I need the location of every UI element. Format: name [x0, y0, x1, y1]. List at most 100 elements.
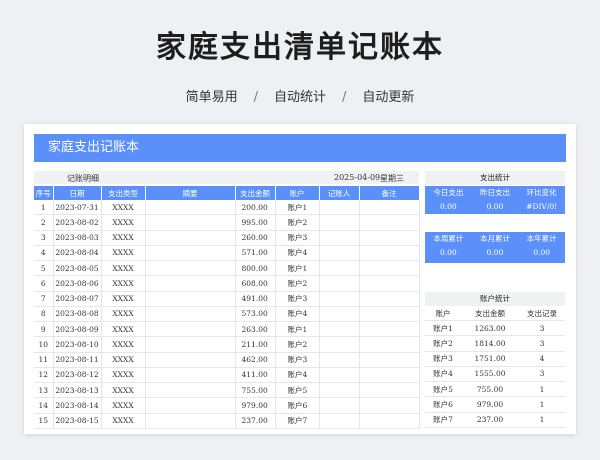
col-header-date[interactable]: 日期	[53, 186, 102, 200]
cell-note[interactable]	[359, 275, 420, 292]
cell-account[interactable]: 账户3	[275, 230, 320, 246]
cell-summary[interactable]	[145, 367, 236, 384]
cell-who[interactable]	[319, 260, 360, 277]
cell-summary[interactable]	[145, 275, 236, 292]
cell-type[interactable]: XXXX	[101, 367, 146, 384]
cell-date[interactable]: 2023-08-14	[53, 397, 102, 414]
cell-amount[interactable]: 462.00	[235, 352, 276, 368]
account-cell-count[interactable]: 3	[519, 335, 565, 352]
cell-who[interactable]	[319, 413, 360, 429]
cell-amount[interactable]: 571.00	[235, 245, 276, 262]
account-cell-count[interactable]: 4	[519, 351, 565, 367]
account-cell-count[interactable]: 1	[519, 396, 565, 413]
cell-note[interactable]	[359, 321, 420, 338]
cell-who[interactable]	[319, 352, 360, 368]
cell-no[interactable]: 7	[34, 291, 54, 307]
cell-summary[interactable]	[145, 260, 236, 277]
col-header-account[interactable]: 账户	[275, 186, 320, 200]
cell-no[interactable]: 15	[34, 413, 54, 429]
account-col-header[interactable]: 账户	[425, 306, 461, 321]
cell-who[interactable]	[319, 275, 360, 292]
cell-date[interactable]: 2023-08-06	[53, 275, 102, 292]
cell-type[interactable]: XXXX	[101, 382, 146, 399]
cell-note[interactable]	[359, 352, 420, 368]
cell-date[interactable]: 2023-08-10	[53, 336, 102, 353]
cell-date[interactable]: 2023-08-11	[53, 352, 102, 368]
cell-account[interactable]: 账户2	[275, 214, 320, 231]
year-value[interactable]: 0.00	[518, 246, 565, 260]
cell-amount[interactable]: 260.00	[235, 230, 276, 246]
cell-date[interactable]: 2023-07-31	[53, 200, 102, 216]
cell-type[interactable]: XXXX	[101, 413, 146, 429]
cell-amount[interactable]: 211.00	[235, 336, 276, 353]
cell-type[interactable]: XXXX	[101, 321, 146, 338]
cell-account[interactable]: 账户1	[275, 321, 320, 338]
cell-amount[interactable]: 755.00	[235, 382, 276, 399]
change-value[interactable]: #DIV/0!	[518, 200, 565, 214]
cell-who[interactable]	[319, 245, 360, 262]
month-value[interactable]: 0.00	[472, 246, 519, 260]
account-cell-account[interactable]: 账户2	[425, 335, 461, 352]
cell-no[interactable]: 4	[34, 245, 54, 262]
today-value[interactable]: 0.00	[425, 200, 472, 214]
cell-note[interactable]	[359, 413, 420, 429]
cell-type[interactable]: XXXX	[101, 260, 146, 277]
cell-date[interactable]: 2023-08-15	[53, 413, 102, 429]
cell-who[interactable]	[319, 200, 360, 216]
cell-summary[interactable]	[145, 245, 236, 262]
account-cell-amount[interactable]: 1814.00	[461, 335, 519, 352]
account-cell-account[interactable]: 账户7	[425, 412, 461, 428]
cell-amount[interactable]: 200.00	[235, 200, 276, 216]
cell-note[interactable]	[359, 200, 420, 216]
cell-no[interactable]: 13	[34, 382, 54, 399]
cell-account[interactable]: 账户5	[275, 382, 320, 399]
cell-type[interactable]: XXXX	[101, 275, 146, 292]
cell-summary[interactable]	[145, 336, 236, 353]
cell-no[interactable]: 6	[34, 275, 54, 292]
cell-note[interactable]	[359, 382, 420, 399]
account-cell-count[interactable]: 3	[519, 320, 565, 337]
cell-who[interactable]	[319, 382, 360, 399]
cell-amount[interactable]: 263.00	[235, 321, 276, 338]
cell-no[interactable]: 9	[34, 321, 54, 338]
cell-who[interactable]	[319, 367, 360, 384]
account-cell-amount[interactable]: 979.00	[461, 396, 519, 413]
cell-amount[interactable]: 491.00	[235, 291, 276, 307]
cell-no[interactable]: 1	[34, 200, 54, 216]
cell-date[interactable]: 2023-08-03	[53, 230, 102, 246]
cell-account[interactable]: 账户4	[275, 367, 320, 384]
account-cell-amount[interactable]: 1751.00	[461, 351, 519, 367]
yesterday-value[interactable]: 0.00	[472, 200, 519, 214]
cell-summary[interactable]	[145, 200, 236, 216]
cell-type[interactable]: XXXX	[101, 230, 146, 246]
cell-account[interactable]: 账户3	[275, 352, 320, 368]
cell-date[interactable]: 2023-08-13	[53, 382, 102, 399]
account-cell-account[interactable]: 账户6	[425, 396, 461, 413]
cell-no[interactable]: 14	[34, 397, 54, 414]
cell-who[interactable]	[319, 336, 360, 353]
cell-no[interactable]: 11	[34, 352, 54, 368]
cell-amount[interactable]: 411.00	[235, 367, 276, 384]
account-cell-count[interactable]: 1	[519, 381, 565, 398]
account-amount-col-header[interactable]: 支出金额	[461, 306, 519, 321]
account-cell-account[interactable]: 账户5	[425, 381, 461, 398]
cell-account[interactable]: 账户4	[275, 306, 320, 323]
cell-type[interactable]: XXXX	[101, 245, 146, 262]
account-count-col-header[interactable]: 支出记录	[519, 306, 565, 321]
cell-type[interactable]: XXXX	[101, 306, 146, 323]
cell-amount[interactable]: 573.00	[235, 306, 276, 323]
cell-account[interactable]: 账户2	[275, 275, 320, 292]
cell-summary[interactable]	[145, 397, 236, 414]
cell-account[interactable]: 账户6	[275, 397, 320, 414]
cell-who[interactable]	[319, 321, 360, 338]
account-cell-amount[interactable]: 237.00	[461, 412, 519, 428]
account-cell-amount[interactable]: 755.00	[461, 381, 519, 398]
cell-date[interactable]: 2023-08-05	[53, 260, 102, 277]
cell-summary[interactable]	[145, 214, 236, 231]
cell-account[interactable]: 账户4	[275, 245, 320, 262]
cell-type[interactable]: XXXX	[101, 352, 146, 368]
cell-type[interactable]: XXXX	[101, 214, 146, 231]
cell-summary[interactable]	[145, 321, 236, 338]
col-header-amount[interactable]: 支出金额	[235, 186, 276, 200]
account-cell-count[interactable]: 1	[519, 412, 565, 428]
